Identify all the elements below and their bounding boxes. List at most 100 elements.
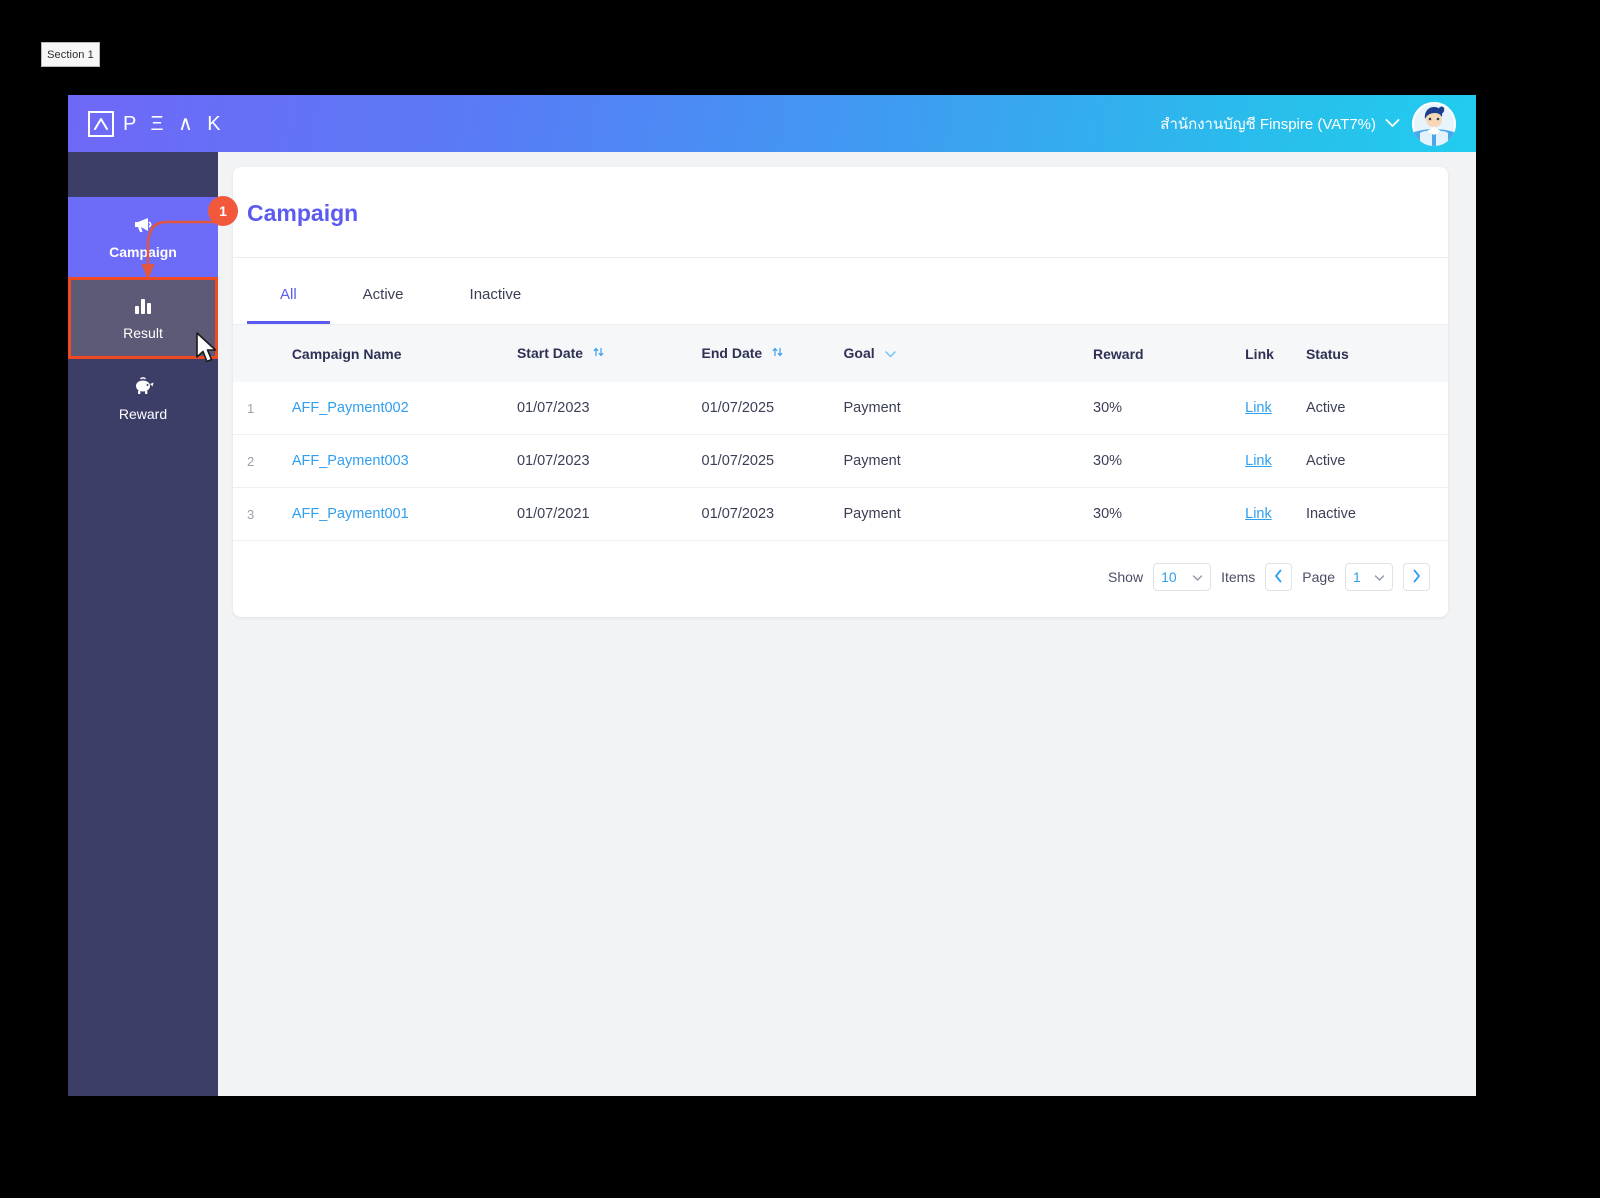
page-number-value: 1 (1353, 569, 1361, 586)
sort-icon[interactable] (771, 346, 784, 362)
organization-name: สำนักงานบัญชี Finspire (VAT7%) (1160, 115, 1376, 133)
sidebar-top-spacer (68, 152, 218, 197)
row-status: Inactive (1305, 487, 1448, 542)
column-goal[interactable]: Goal (844, 325, 1093, 382)
column-start-date[interactable]: Start Date (517, 325, 702, 382)
items-label: Items (1221, 569, 1256, 586)
column-label: Status (1305, 345, 1349, 362)
table-header: Campaign Name Start Date End Date Goal R… (233, 325, 1448, 383)
bar-chart-icon (133, 296, 153, 316)
row-link: Link (1245, 487, 1306, 542)
table-header-row: Campaign Name Start Date End Date Goal R… (233, 325, 1448, 383)
main-content: Campaign All Active Inactive Campaign Na… (218, 152, 1476, 1096)
peak-logo-text: P Ξ ∧ K (123, 113, 226, 135)
row-campaign-name: AFF_Payment002 (291, 382, 517, 436)
sidebar-nav: Campaign Result Reward 1 (68, 152, 238, 1096)
chevron-down-icon[interactable] (884, 346, 897, 362)
sort-icon[interactable] (592, 346, 605, 362)
column-label: Goal (843, 345, 875, 361)
chevron-left-icon (1274, 569, 1283, 586)
sidebar-item-campaign[interactable]: Campaign (68, 197, 218, 278)
table-row: 3 AFF_Payment001 01/07/2021 01/07/2023 P… (233, 487, 1448, 542)
chevron-down-icon (1374, 569, 1385, 585)
page-size-select[interactable]: 10 (1153, 563, 1212, 592)
column-campaign-name: Campaign Name (292, 325, 517, 382)
sidebar-item-result[interactable]: Result (68, 278, 218, 359)
tab-label: Inactive (469, 286, 522, 303)
next-page-button[interactable] (1403, 563, 1430, 592)
campaign-url-link[interactable]: Link (1245, 506, 1272, 522)
row-start-date: 01/07/2023 (516, 434, 702, 489)
annotation-step-number: 1 (219, 203, 227, 219)
row-end-date: 01/07/2025 (701, 434, 844, 489)
peak-logo[interactable]: P Ξ ∧ K (88, 110, 226, 137)
table-row: 2 AFF_Payment003 01/07/2023 01/07/2025 P… (233, 434, 1448, 489)
row-end-date: 01/07/2025 (701, 382, 844, 436)
row-status: Active (1305, 434, 1448, 489)
column-end-date[interactable]: End Date (702, 325, 844, 382)
row-goal: Payment (843, 382, 1093, 436)
peak-logo-mark-icon (88, 110, 114, 137)
row-index: 1 (233, 382, 292, 436)
tab-label: All (280, 286, 297, 303)
tab-active[interactable]: Active (330, 258, 437, 324)
user-avatar[interactable] (1412, 101, 1456, 146)
sidebar-item-label: Result (123, 325, 163, 341)
row-end-date: 01/07/2023 (701, 487, 844, 542)
campaign-name-link[interactable]: AFF_Payment001 (292, 506, 409, 522)
row-goal: Payment (843, 434, 1093, 489)
column-reward: Reward (1093, 325, 1245, 382)
page-size-value: 10 (1161, 569, 1177, 586)
organization-selector[interactable]: สำนักงานบัญชี Finspire (VAT7%) (1160, 112, 1400, 136)
row-campaign-name: AFF_Payment003 (291, 434, 517, 489)
sidebar-item-label: Campaign (109, 244, 177, 260)
show-label: Show (1108, 569, 1144, 586)
sidebar-item-label: Reward (118, 406, 168, 422)
tab-inactive[interactable]: Inactive (437, 258, 555, 324)
campaign-card: Campaign All Active Inactive Campaign Na… (233, 167, 1448, 618)
megaphone-icon (132, 215, 154, 235)
page-number-select[interactable]: 1 (1345, 563, 1393, 592)
piggy-bank-icon (131, 377, 155, 397)
row-reward: 30% (1093, 487, 1246, 542)
row-start-date: 01/07/2021 (516, 487, 702, 542)
section-tag: Section 1 (41, 42, 100, 67)
table-body: 1 AFF_Payment002 01/07/2023 01/07/2025 P… (233, 382, 1448, 542)
row-start-date: 01/07/2023 (516, 382, 702, 436)
row-index: 3 (233, 487, 292, 542)
row-link: Link (1245, 434, 1306, 489)
campaign-tabs: All Active Inactive (233, 258, 1448, 325)
table-row: 1 AFF_Payment002 01/07/2023 01/07/2025 P… (233, 382, 1448, 436)
topbar-right-group: สำนักงานบัญชี Finspire (VAT7%) (1160, 101, 1456, 146)
row-link: Link (1245, 382, 1306, 436)
row-campaign-name: AFF_Payment001 (291, 487, 517, 542)
annotation-step-badge: 1 (208, 196, 238, 226)
app-window: P Ξ ∧ K สำนักงานบัญชี Finspire (VAT7%) C… (68, 95, 1476, 1096)
campaign-url-link[interactable]: Link (1245, 400, 1272, 416)
row-reward: 30% (1093, 382, 1246, 436)
column-label: Start Date (516, 345, 584, 361)
column-link: Link (1245, 325, 1306, 382)
sidebar-item-reward[interactable]: Reward (68, 359, 218, 440)
top-header-bar: P Ξ ∧ K สำนักงานบัญชี Finspire (VAT7%) (68, 95, 1476, 152)
section-tag-label: Section 1 (47, 48, 94, 61)
prev-page-button[interactable] (1265, 563, 1293, 592)
chevron-right-icon (1412, 569, 1421, 586)
column-index (233, 325, 292, 382)
tab-label: Active (362, 286, 404, 303)
page-label: Page (1302, 569, 1335, 586)
campaign-table: Campaign Name Start Date End Date Goal R… (233, 325, 1448, 542)
campaign-url-link[interactable]: Link (1245, 453, 1272, 469)
tab-all[interactable]: All (247, 258, 330, 324)
campaign-name-link[interactable]: AFF_Payment002 (292, 400, 409, 416)
row-status: Active (1305, 382, 1448, 436)
page-title: Campaign (233, 167, 1448, 258)
campaign-name-link[interactable]: AFF_Payment003 (292, 453, 409, 469)
column-label: Reward (1093, 345, 1144, 362)
column-label: Link (1245, 345, 1274, 362)
row-index: 2 (233, 434, 292, 489)
chevron-down-icon (1192, 569, 1203, 585)
column-status: Status (1306, 325, 1448, 382)
row-goal: Payment (843, 487, 1093, 542)
column-label: Campaign Name (291, 345, 402, 362)
